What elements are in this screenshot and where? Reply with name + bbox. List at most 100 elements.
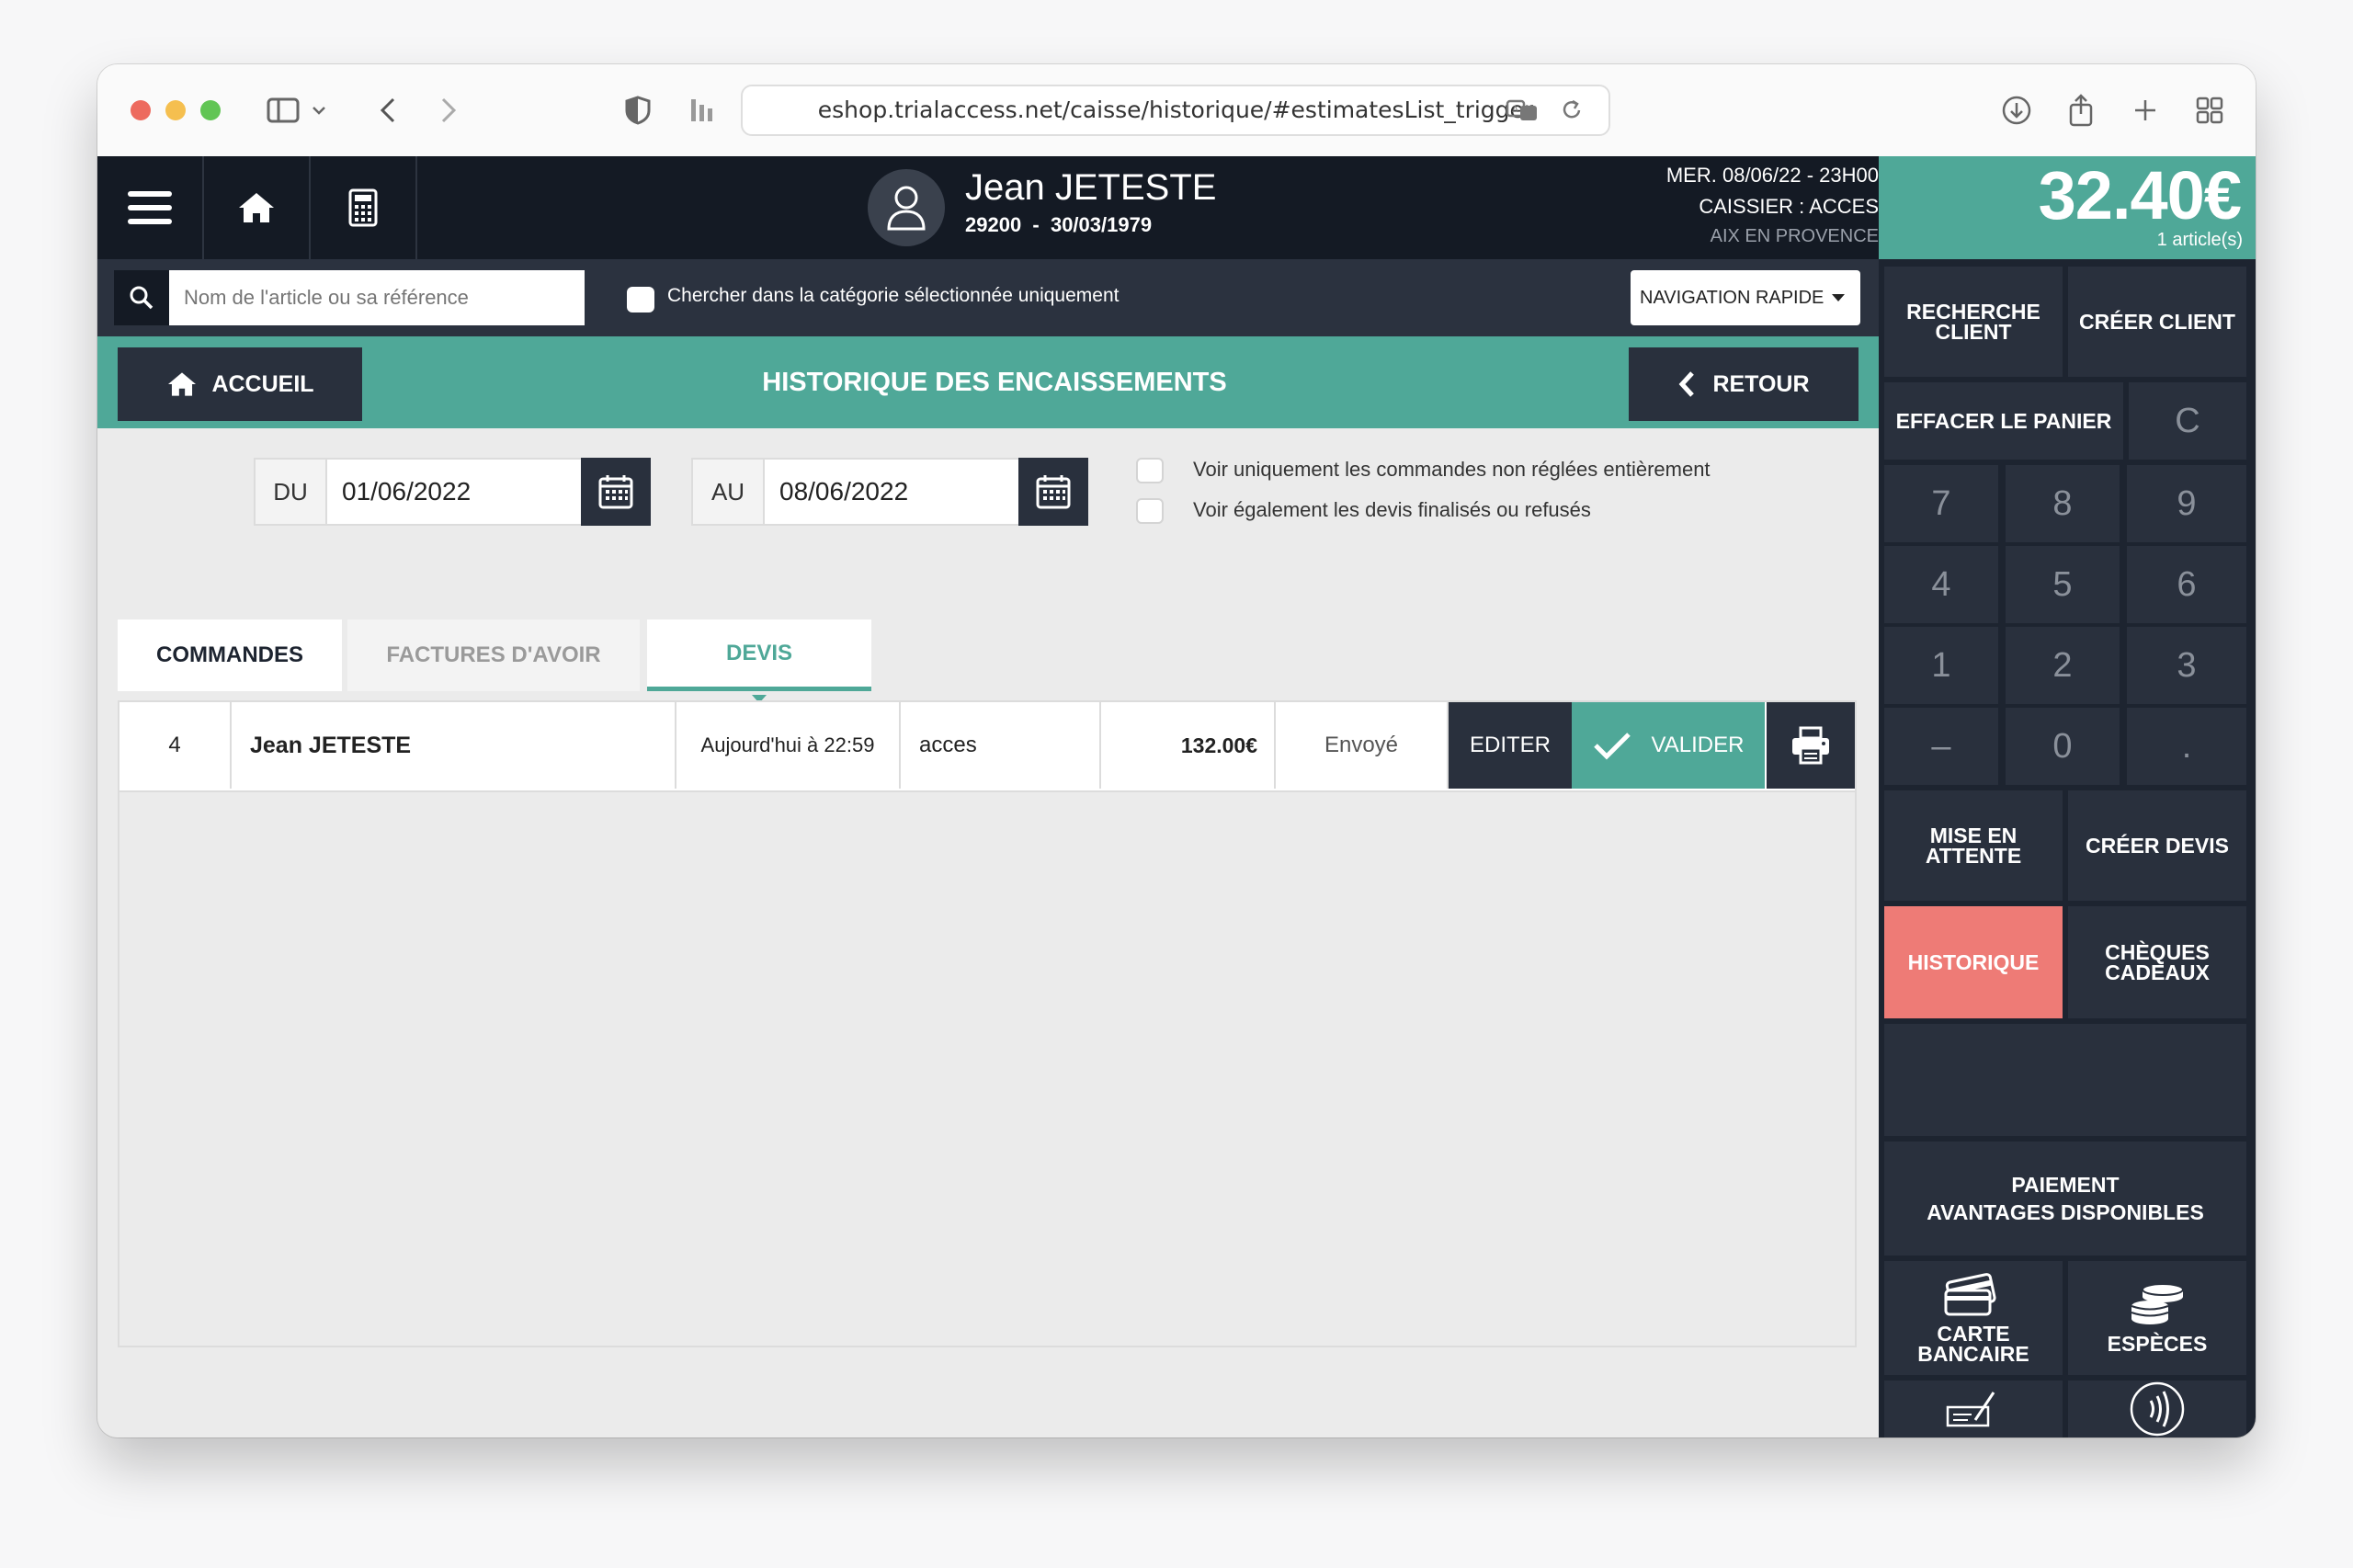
advantages-label: AVANTAGES DISPONIBLES	[1927, 1200, 2204, 1224]
tab-orders[interactable]: COMMANDES	[118, 619, 342, 691]
home-button[interactable]	[204, 156, 311, 259]
key-6[interactable]: 6	[2127, 546, 2246, 623]
extension-icon[interactable]	[682, 90, 722, 131]
print-quote-button[interactable]	[1767, 702, 1855, 789]
contactless-payment-button[interactable]	[2068, 1381, 2246, 1437]
quick-navigation-select[interactable]: NAVIGATION RAPIDE	[1631, 270, 1860, 325]
unpaid-only-checkbox[interactable]	[1136, 458, 1164, 483]
empty-slot	[1884, 1024, 2246, 1136]
zoom-window-button[interactable]	[200, 100, 221, 120]
table-row[interactable]: 4 Jean JETESTE Aujourd'hui à 22:59 acces…	[119, 702, 1855, 792]
pos-sidebar: 32.40€ 1 article(s) RECHERCHE CLIENT CRÉ…	[1879, 156, 2256, 1437]
key-minus[interactable]: –	[1884, 708, 1998, 785]
validate-quote-button[interactable]: VALIDER	[1572, 702, 1765, 789]
card-payment-label: CARTE BANCAIRE	[1917, 1322, 2029, 1366]
search-client-button[interactable]: RECHERCHE CLIENT	[1884, 267, 2063, 377]
contactless-icon	[2130, 1381, 2185, 1437]
caret-down-icon	[1832, 294, 1846, 301]
store-location: AIX EN PROVENCE	[1710, 226, 1879, 246]
category-only-checkbox[interactable]	[627, 287, 654, 312]
calculator-button[interactable]	[311, 156, 417, 259]
download-icon[interactable]	[1996, 90, 2037, 131]
chevron-down-icon[interactable]	[305, 90, 333, 131]
customer-name[interactable]: Jean JETESTE	[965, 167, 1216, 209]
url-text: eshop.trialaccess.net/caisse/historique/…	[817, 97, 1534, 123]
tab-overview-icon[interactable]	[2189, 90, 2230, 131]
key-4[interactable]: 4	[1884, 546, 1998, 623]
forward-icon[interactable]	[428, 90, 469, 131]
article-search-input[interactable]	[169, 270, 585, 325]
key-0[interactable]: 0	[2006, 708, 2120, 785]
cash-payment-button[interactable]: ESPÈCES	[2068, 1261, 2246, 1375]
hold-cart-button[interactable]: MISE EN ATTENTE	[1884, 790, 2063, 901]
back-button[interactable]: RETOUR	[1629, 347, 1859, 421]
hamburger-icon	[128, 191, 172, 224]
quote-date: Aujourd'hui à 22:59	[676, 702, 901, 789]
key-1[interactable]: 1	[1884, 627, 1998, 704]
history-button[interactable]: HISTORIQUE	[1884, 906, 2063, 1018]
key-8[interactable]: 8	[2006, 465, 2120, 542]
title-bar: ACCUEIL HISTORIQUE DES ENCAISSEMENTS RET…	[97, 336, 1879, 428]
menu-button[interactable]	[97, 156, 204, 259]
search-icon	[130, 286, 153, 310]
home-icon	[168, 372, 197, 396]
gift-cards-button[interactable]: CHÈQUES CADEAUX	[2068, 906, 2246, 1018]
clear-cart-button[interactable]: EFFACER LE PANIER	[1884, 382, 2123, 460]
key-5[interactable]: 5	[2006, 546, 2120, 623]
card-payment-button[interactable]: CARTE BANCAIRE	[1884, 1261, 2063, 1375]
customer-avatar[interactable]	[868, 169, 945, 246]
include-finalized-label: Voir également les devis finalisés ou re…	[1193, 498, 1591, 521]
tab-credit-notes[interactable]: FACTURES D'AVOIR	[347, 619, 640, 691]
credit-card-icon	[1944, 1273, 1996, 1316]
reload-icon[interactable]	[1552, 90, 1592, 131]
key-3[interactable]: 3	[2127, 627, 2246, 704]
cheque-payment-button[interactable]	[1884, 1381, 2063, 1437]
quote-status: Envoyé	[1276, 702, 1449, 789]
close-window-button[interactable]	[131, 100, 151, 120]
home-nav-button[interactable]: ACCUEIL	[118, 347, 362, 421]
include-finalized-checkbox[interactable]	[1136, 498, 1164, 524]
from-date-label: DU	[254, 458, 327, 526]
browser-toolbar: eshop.trialaccess.net/caisse/historique/…	[97, 64, 2256, 157]
svg-text:A: A	[1512, 105, 1518, 115]
from-date-picker-button[interactable]	[581, 458, 651, 526]
cash-payment-label: ESPÈCES	[2107, 1332, 2208, 1356]
create-client-button[interactable]: CRÉER CLIENT	[2068, 267, 2246, 377]
search-button[interactable]	[114, 270, 169, 325]
to-date-input[interactable]: 08/06/2022	[765, 458, 1024, 526]
page-title: HISTORIQUE DES ENCAISSEMENTS	[762, 367, 1227, 397]
minimize-window-button[interactable]	[165, 100, 186, 120]
quote-number: 4	[119, 702, 232, 789]
date-time: MER. 08/06/22 - 23H00	[1665, 164, 1879, 187]
back-icon[interactable]	[368, 90, 408, 131]
to-date-picker-button[interactable]	[1018, 458, 1088, 526]
sidebar-icon[interactable]	[263, 90, 303, 131]
tab-quotes[interactable]: DEVIS	[647, 619, 871, 691]
quote-amount: 132.00€	[1101, 702, 1276, 789]
address-bar[interactable]: eshop.trialaccess.net/caisse/historique/…	[741, 85, 1610, 136]
home-nav-label: ACCUEIL	[211, 370, 314, 397]
checkmark-icon	[1593, 733, 1631, 760]
printer-icon	[1792, 726, 1829, 765]
history-content: DU 01/06/2022 AU 08/06/2022 Voir uniquem…	[97, 428, 1879, 1437]
key-9[interactable]: 9	[2127, 465, 2246, 542]
unpaid-only-label: Voir uniquement les commandes non réglée…	[1193, 458, 1711, 481]
share-icon[interactable]	[2061, 90, 2101, 131]
edit-quote-button[interactable]: EDITER	[1449, 702, 1572, 789]
quick-navigation-label: NAVIGATION RAPIDE	[1640, 287, 1824, 308]
clear-key[interactable]: C	[2129, 382, 2246, 460]
key-7[interactable]: 7	[1884, 465, 1998, 542]
payment-advantages-button[interactable]: PAIEMENT AVANTAGES DISPONIBLES	[1884, 1142, 2246, 1256]
translate-icon[interactable]: A	[1502, 90, 1542, 131]
quote-customer: Jean JETESTE	[232, 702, 676, 789]
home-icon	[239, 193, 274, 222]
from-date-input[interactable]: 01/06/2022	[327, 458, 586, 526]
validate-quote-label: VALIDER	[1651, 733, 1745, 757]
shield-icon[interactable]	[618, 90, 658, 131]
new-tab-icon[interactable]	[2125, 90, 2165, 131]
cart-total-panel[interactable]: 32.40€ 1 article(s)	[1879, 156, 2256, 259]
key-2[interactable]: 2	[2006, 627, 2120, 704]
quote-user: acces	[901, 702, 1101, 789]
key-decimal[interactable]: .	[2127, 708, 2246, 785]
create-quote-button[interactable]: CRÉER DEVIS	[2068, 790, 2246, 901]
